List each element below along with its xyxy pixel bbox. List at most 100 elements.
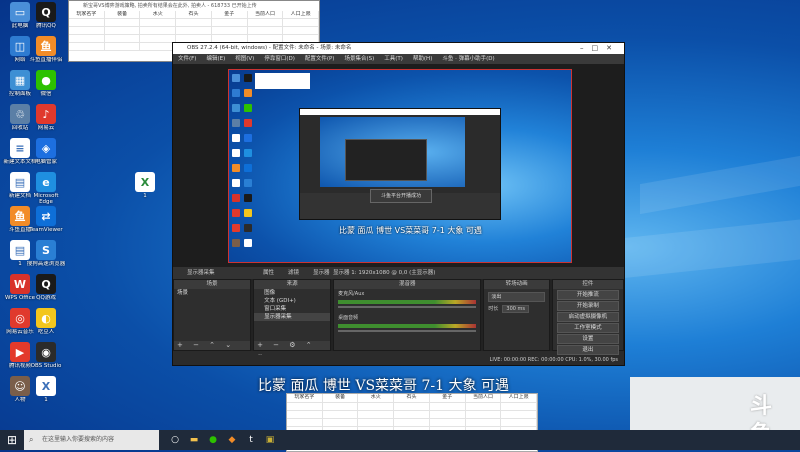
transition-select[interactable]: 淡出 (488, 292, 545, 302)
search-icon: ⌕ (29, 435, 34, 444)
desktop-shortcut[interactable]: X1 (26, 376, 66, 409)
source-tab-properties[interactable]: 属性 (263, 267, 274, 279)
nested-desktop-icon (232, 194, 240, 202)
source-tab-display[interactable]: 显示器 (313, 267, 330, 279)
exit-button[interactable]: 退出 (556, 345, 619, 355)
obs-statusbar: LIVE: 00:00:00 REC: 00:00:00 CPU: 1.0%, … (173, 355, 624, 365)
column-header: 当前人口 (248, 11, 284, 18)
app-icon: 鱼 (36, 36, 56, 56)
desktop-shortcut[interactable]: 鱼斗鱼直播伴侣 (26, 36, 66, 69)
obs-icon[interactable]: ▣ (264, 435, 276, 445)
window-controls[interactable]: –□✕ (580, 43, 620, 54)
nested-spreadsheet (255, 73, 310, 89)
nested-popup: 斗鱼平台开播成功 (370, 189, 432, 203)
app-icon: Q (36, 2, 56, 22)
nested-desktop-icon (232, 74, 240, 82)
source-item[interactable]: 图像 (254, 289, 330, 297)
nested-desktop-icon (244, 104, 252, 112)
virtual-camera-button[interactable]: 启动虚拟摄像机 (556, 312, 619, 322)
duration-input[interactable]: 300 ms (502, 305, 530, 313)
obs-window[interactable]: OBS 27.2.4 (64-bit, windows) - 配置文件: 未命名… (172, 42, 625, 366)
desktop-shortcut-label: 1 (44, 397, 48, 403)
menu-item[interactable]: 场景集合(S) (344, 54, 374, 64)
desktop-shortcut[interactable]: Q QQ游戏 (26, 274, 66, 307)
desktop-shortcut-label: 网易云 (37, 125, 55, 131)
wechat-icon[interactable]: ● (207, 435, 219, 445)
source-toolbar: 显示器采集 属性 滤镜 显示器 显示器 1: 1920x1080 @ 0,0 (… (173, 267, 624, 279)
wallpaper-beam (600, 219, 800, 281)
nested-desktop-icon (232, 149, 240, 157)
windows-start-icon[interactable]: ⊞ (0, 430, 24, 450)
nested-obs-window: 斗鱼平台开播成功 (299, 108, 501, 220)
source-tab-filters[interactable]: 滤镜 (288, 267, 299, 279)
obs-titlebar[interactable]: OBS 27.2.4 (64-bit, windows) - 配置文件: 未命名… (173, 43, 624, 54)
app-icon: X (135, 172, 155, 192)
app-icon: Q (36, 274, 56, 294)
column-header: 水火 (140, 11, 177, 18)
menu-item[interactable]: 文件(F) (178, 54, 196, 64)
desktop-shortcut[interactable]: ⇄ TeamViewer (26, 206, 66, 239)
scenes-dock-title: 场景 (174, 280, 251, 289)
mic-volume-slider[interactable] (338, 306, 477, 308)
scene-controls[interactable]: + − ⌃ ⌄ (174, 341, 251, 350)
desktop-volume-slider[interactable] (338, 330, 477, 332)
desktop-shortcut-label: 搜狗高速浏览器 (26, 261, 66, 267)
nested-desktop-icon (244, 89, 252, 97)
task-view-icon[interactable]: ○ (169, 435, 181, 445)
app-icon: ● (36, 70, 56, 90)
start-recording-button[interactable]: 开始录制 (556, 301, 619, 311)
scenes-dock: 场景 场景 + − ⌃ ⌄ (173, 279, 252, 351)
app-icon: ♪ (36, 104, 56, 124)
nested-desktop-icon (244, 164, 252, 172)
menu-item[interactable]: 工具(T) (384, 54, 403, 64)
app-icon: e (36, 172, 56, 192)
source-item[interactable]: 文本 (GDI+) (254, 297, 330, 305)
desktop-shortcut-label: 电脑管家 (34, 159, 57, 165)
menu-item[interactable]: 视图(V) (235, 54, 254, 64)
text-icon[interactable]: t (245, 435, 257, 445)
start-streaming-button[interactable]: 开始推流 (556, 290, 619, 300)
desktop-shortcut[interactable]: X1 (125, 172, 165, 205)
desktop-shortcut[interactable]: S 搜狗高速浏览器 (26, 240, 66, 273)
menu-item[interactable]: 停靠窗口(D) (264, 54, 295, 64)
nested-desktop-icon (244, 224, 252, 232)
desktop-shortcut[interactable]: Q 腾讯QQ (26, 2, 66, 35)
source-item[interactable]: 窗口采集 (254, 305, 330, 313)
nested-desktop-icon (244, 239, 252, 247)
source-controls[interactable]: + − ⚙ ⌃ ⌄ (254, 341, 331, 358)
desktop-shortcut[interactable]: ◈ 电脑管家 (26, 138, 66, 171)
app-icon: ⇄ (36, 206, 56, 226)
taskbar-icons: ○ ▬ ● ◆ t ▣ (169, 435, 276, 445)
settings-button[interactable]: 设置 (556, 334, 619, 344)
desktop-shortcut[interactable]: ◐ 吃豆人 (26, 308, 66, 341)
douyu-icon[interactable]: ◆ (226, 435, 238, 445)
mixer-track-name: 麦克风/Aux (338, 291, 365, 297)
app-icon: ◐ (36, 308, 56, 328)
studio-mode-button[interactable]: 工作室模式 (556, 323, 619, 333)
nested-desktop-icon (244, 119, 252, 127)
desktop-shortcut[interactable]: ● 微信 (26, 70, 66, 103)
nested-desktop-icon (244, 149, 252, 157)
stream-caption: 比蒙 面瓜 博世 VS菜菜哥 7-1 大象 可遇 (258, 378, 509, 394)
desktop-shortcut[interactable]: ◉ OBS Studio (26, 342, 66, 375)
menu-item[interactable]: 编辑(E) (206, 54, 225, 64)
nested-desktop-icon (244, 74, 252, 82)
taskbar-search-input[interactable]: ⌕ 在这里输入你要搜索的内容 (24, 430, 159, 450)
folder-icon[interactable]: ▬ (188, 435, 200, 445)
menu-item[interactable]: 斗鱼 · 弹幕小助手(D) (442, 54, 494, 64)
mic-meter (338, 300, 477, 304)
source-item[interactable]: 显示器采集 (254, 313, 331, 321)
menu-item[interactable]: 帮助(H) (413, 54, 432, 64)
sources-dock: 来源 图像 文本 (GDI+) 窗口采集 显示器采集 + − ⚙ ⌃ ⌄ (253, 279, 332, 358)
scene-item[interactable]: 场景 (174, 289, 250, 297)
desktop-shortcut-label: 斗鱼直播伴侣 (29, 57, 63, 63)
menu-item[interactable]: 配置文件(P) (305, 54, 335, 64)
desktop-shortcut[interactable]: e Microsoft Edge (26, 172, 66, 205)
desktop-shortcut[interactable]: ♪ 网易云 (26, 104, 66, 137)
preview-canvas[interactable]: 斗鱼平台开播成功 比蒙 面瓜 博世 VS菜菜哥 7-1 大象 可遇 (228, 69, 572, 263)
spreadsheet-title: 新宝哥VS博弈游戏策略, 拍卖所有结果会在此外, 拍卖人 - 618733 已开… (69, 1, 319, 11)
app-icon: ◉ (36, 342, 56, 362)
desktop-shortcut-label: 微信 (40, 91, 52, 97)
obs-menubar: 文件(F) 编辑(E) 视图(V) 停靠窗口(D) 配置文件(P) 场景集合(S) 工具(T… (173, 54, 624, 64)
mixer-dock-title: 混音器 (334, 280, 481, 289)
